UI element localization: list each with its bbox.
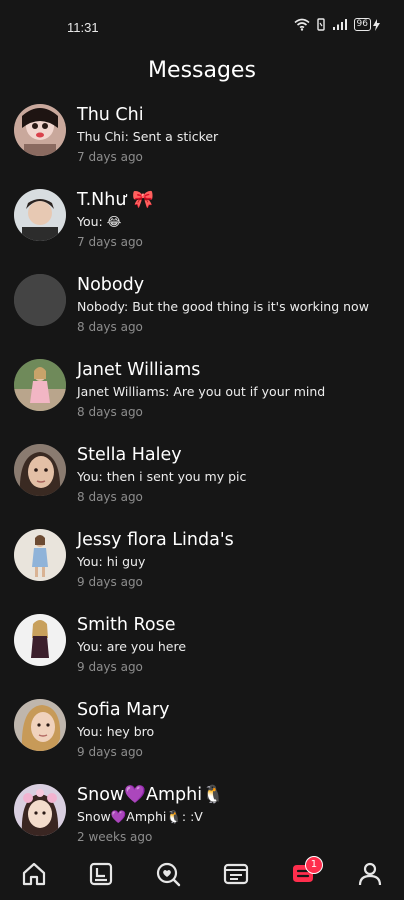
conversation-time: 8 days ago — [77, 490, 143, 504]
avatar[interactable] — [14, 189, 66, 241]
avatar[interactable] — [14, 444, 66, 496]
conversation-item[interactable]: Janet Williams Janet Williams: Are you o… — [0, 351, 404, 436]
conversation-item[interactable]: Jessy flora Linda's You: hi guy 9 days a… — [0, 521, 404, 606]
moments-icon — [223, 863, 248, 885]
conversation-preview: Thu Chi: Sent a sticker — [77, 129, 219, 144]
conversation-item[interactable]: Sofia Mary You: hey bro 9 days ago — [0, 691, 404, 776]
conversation-preview: You: 😂 — [77, 214, 122, 229]
conversation-time: 7 days ago — [77, 235, 143, 249]
conversation-item[interactable]: Smith Rose You: are you here 9 days ago — [0, 606, 404, 691]
avatar[interactable] — [14, 274, 66, 326]
profile-icon — [359, 862, 382, 886]
conversation-time: 9 days ago — [77, 575, 143, 589]
nav-moments[interactable] — [216, 854, 256, 894]
nav-profile[interactable] — [350, 854, 390, 894]
conversation-time: 9 days ago — [77, 745, 143, 759]
feed-icon — [89, 862, 113, 886]
avatar[interactable] — [14, 699, 66, 751]
unread-badge: 1 — [304, 856, 323, 874]
conversation-item[interactable]: Nobody Nobody: But the good thing is it'… — [0, 266, 404, 351]
nav-feed[interactable] — [81, 854, 121, 894]
nav-messages[interactable]: 1 — [283, 854, 323, 894]
conversation-name: Thu Chi — [77, 105, 144, 125]
conversation-item[interactable]: Stella Haley You: then i sent you my pic… — [0, 436, 404, 521]
conversation-preview: You: hey bro — [77, 724, 155, 739]
conversation-time: 8 days ago — [77, 320, 143, 334]
avatar[interactable] — [14, 529, 66, 581]
nav-discover[interactable] — [148, 854, 188, 894]
avatar[interactable] — [14, 614, 66, 666]
home-icon — [22, 862, 45, 886]
conversation-name: Sofia Mary — [77, 700, 170, 720]
conversation-preview: You: then i sent you my pic — [77, 469, 247, 484]
conversation-name: Nobody — [77, 275, 145, 295]
status-time: 11:31 — [67, 20, 99, 35]
conversation-list: Thu Chi Thu Chi: Sent a sticker 7 days a… — [0, 96, 404, 861]
battery-level: 96 — [353, 18, 371, 31]
status-icons: 96 — [294, 18, 380, 31]
conversation-name: T.Như 🎀 — [77, 190, 154, 210]
conversation-preview: Nobody: But the good thing is it's worki… — [77, 299, 369, 314]
conversation-time: 8 days ago — [77, 405, 143, 419]
signal-icon — [332, 19, 347, 30]
page-title: Messages — [148, 58, 256, 83]
status-bar: 11:31 96 — [0, 0, 404, 52]
battery-indicator: 96 — [353, 18, 380, 31]
wifi-icon — [294, 18, 310, 31]
conversation-name: Stella Haley — [77, 445, 182, 465]
conversation-name: Jessy flora Linda's — [77, 530, 234, 550]
charging-icon — [373, 18, 380, 31]
vibrate-icon — [316, 18, 325, 31]
avatar[interactable] — [14, 104, 66, 156]
conversation-preview: Janet Williams: Are you out if your mind — [77, 384, 326, 399]
conversation-time: 7 days ago — [77, 150, 143, 164]
conversation-name: Snow💜Amphi🐧 — [77, 785, 224, 805]
conversation-preview: You: are you here — [77, 639, 187, 654]
conversation-preview: Snow💜Amphi🐧: :V — [77, 809, 203, 824]
conversation-item[interactable]: T.Như 🎀 You: 😂 7 days ago — [0, 181, 404, 266]
discover-icon — [157, 862, 181, 887]
conversation-preview: You: hi guy — [77, 554, 146, 569]
avatar[interactable] — [14, 359, 66, 411]
bottom-nav: 1 — [0, 848, 404, 900]
conversation-name: Janet Williams — [77, 360, 201, 380]
conversation-item[interactable]: Thu Chi Thu Chi: Sent a sticker 7 days a… — [0, 96, 404, 181]
conversation-time: 9 days ago — [77, 660, 143, 674]
nav-home[interactable] — [14, 854, 54, 894]
conversation-time: 2 weeks ago — [77, 830, 153, 844]
conversation-name: Smith Rose — [77, 615, 176, 635]
avatar[interactable] — [14, 784, 66, 836]
